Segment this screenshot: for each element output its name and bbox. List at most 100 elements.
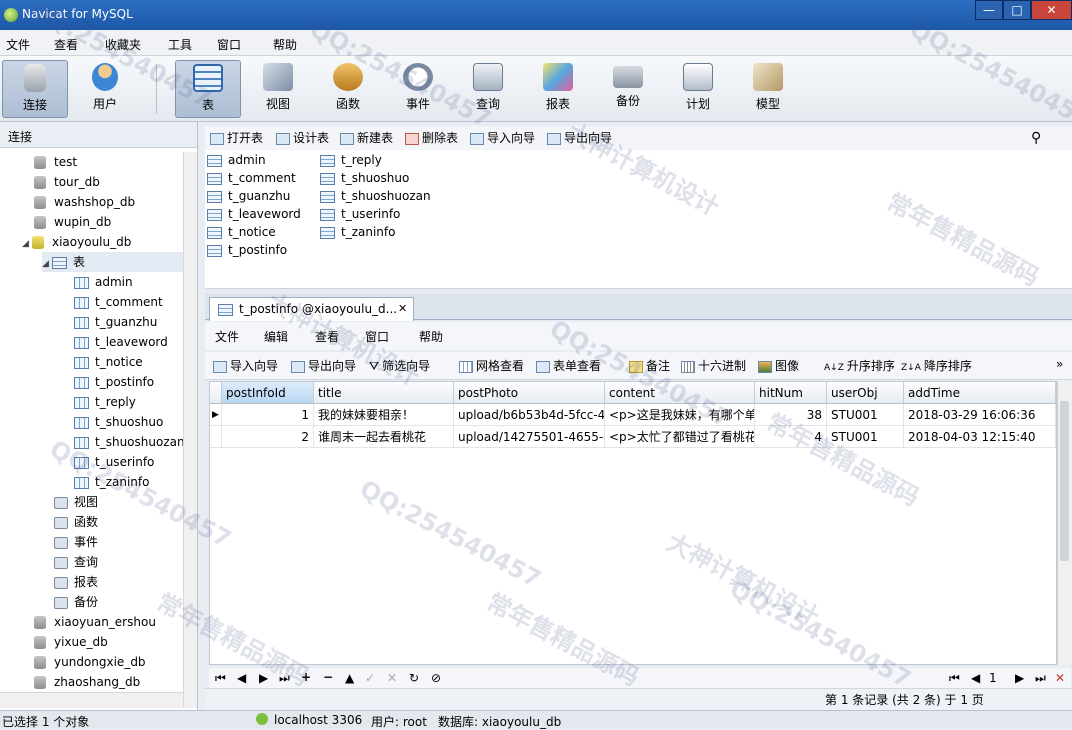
- grid-scroll-thumb[interactable]: [1060, 401, 1069, 561]
- table-menu-edit[interactable]: 编辑: [264, 328, 288, 346]
- column-header[interactable]: hitNum: [755, 382, 827, 404]
- menu-tools[interactable]: 工具: [168, 36, 192, 53]
- export-wizard-button[interactable]: 导出向导: [547, 129, 612, 147]
- object-table-item[interactable]: t_leaveword: [207, 205, 301, 223]
- sort-ascending-button[interactable]: A↓Z 升序排序: [824, 357, 895, 375]
- delete-record-button[interactable]: −: [323, 668, 333, 686]
- view-button[interactable]: 视图: [245, 60, 311, 118]
- close-grid-icon[interactable]: ✕: [1055, 669, 1065, 687]
- hex-button[interactable]: 十六进制: [681, 357, 746, 375]
- menu-file[interactable]: 文件: [6, 36, 30, 53]
- column-header[interactable]: postInfoId: [222, 382, 314, 404]
- next-record-button[interactable]: ▶: [259, 669, 268, 687]
- menu-view[interactable]: 查看: [54, 36, 78, 53]
- prev-record-button[interactable]: ◀: [237, 669, 246, 687]
- table-menu-file[interactable]: 文件: [215, 328, 239, 346]
- add-record-button[interactable]: +: [301, 668, 311, 686]
- last-record-button[interactable]: ⏭: [279, 669, 290, 687]
- expand-arrow-icon[interactable]: ◢: [42, 254, 52, 274]
- tree-table-item[interactable]: t_reply: [74, 392, 136, 412]
- grid-cell[interactable]: 2018-03-29 16:06:36: [904, 404, 1056, 426]
- column-header[interactable]: postPhoto: [454, 382, 605, 404]
- edit-record-button[interactable]: ▲: [345, 669, 354, 687]
- model-button[interactable]: 模型: [735, 60, 801, 118]
- maximize-button[interactable]: □: [1003, 0, 1031, 20]
- delete-table-button[interactable]: 删除表: [405, 129, 458, 147]
- object-table-item[interactable]: t_userinfo: [320, 205, 400, 223]
- tree-db-item[interactable]: yundongxie_db: [34, 652, 146, 672]
- grid-view-button[interactable]: 网格查看: [459, 357, 524, 375]
- table-menu-help[interactable]: 帮助: [419, 328, 443, 346]
- tree-table-item[interactable]: t_postinfo: [74, 372, 154, 392]
- object-table-item[interactable]: t_zaninfo: [320, 223, 395, 241]
- filter-wizard-button[interactable]: ⛛ 筛选向导: [369, 357, 430, 375]
- object-table-item[interactable]: t_shuoshuozan: [320, 187, 431, 205]
- prev-page-button[interactable]: ◀: [971, 669, 980, 687]
- minimize-button[interactable]: —: [975, 0, 1003, 20]
- column-header[interactable]: userObj: [827, 382, 904, 404]
- import-wizard-button[interactable]: 导入向导: [470, 129, 535, 147]
- design-table-button[interactable]: 设计表: [276, 129, 329, 147]
- report-button[interactable]: 报表: [525, 60, 591, 118]
- first-record-button[interactable]: ⏮: [215, 669, 226, 687]
- tree-horizontal-scrollbar[interactable]: [0, 692, 183, 708]
- refresh-icon[interactable]: ↻: [409, 669, 419, 687]
- tree-table-item[interactable]: t_shuoshuo: [74, 412, 163, 432]
- sort-descending-button[interactable]: Z↓A 降序排序: [901, 357, 972, 375]
- object-table-item[interactable]: admin: [207, 151, 266, 169]
- column-header[interactable]: addTime: [904, 382, 1056, 404]
- close-button[interactable]: ✕: [1031, 0, 1072, 20]
- object-table-item[interactable]: t_postinfo: [207, 241, 287, 259]
- grid-cell[interactable]: STU001: [827, 426, 904, 448]
- grid-import-button[interactable]: 导入向导: [213, 357, 278, 375]
- object-table-item[interactable]: t_shuoshuo: [320, 169, 409, 187]
- stop-icon[interactable]: ⊘: [431, 669, 441, 687]
- grid-cell[interactable]: 2018-04-03 12:15:40: [904, 426, 1056, 448]
- tree-table-item[interactable]: t_leaveword: [74, 332, 168, 352]
- open-table-button[interactable]: 打开表: [210, 129, 263, 147]
- tree-table-item[interactable]: t_userinfo: [74, 452, 154, 472]
- table-menu-window[interactable]: 窗口: [365, 328, 389, 346]
- expand-arrow-icon[interactable]: ◢: [22, 234, 32, 254]
- tree-node-item[interactable]: 查询: [54, 552, 98, 572]
- query-button[interactable]: 查询: [455, 60, 521, 118]
- image-button[interactable]: 图像: [758, 357, 799, 375]
- tree-table-item[interactable]: t_guanzhu: [74, 312, 157, 332]
- menu-window[interactable]: 窗口: [217, 36, 241, 53]
- grid-cell[interactable]: 4: [755, 426, 827, 448]
- menu-help[interactable]: 帮助: [273, 36, 297, 53]
- tab-close-icon[interactable]: ✕: [398, 302, 407, 315]
- tree-db-item[interactable]: test: [34, 152, 77, 172]
- grid-cell[interactable]: <p>太忙了都错过了看桃花: [605, 426, 755, 448]
- grid-cell[interactable]: <p>这是我妹妹，有哪个单: [605, 404, 755, 426]
- tree-table-item[interactable]: admin: [74, 272, 133, 292]
- new-table-button[interactable]: 新建表: [340, 129, 393, 147]
- connect-button[interactable]: 连接: [2, 60, 68, 118]
- column-header[interactable]: content: [605, 382, 755, 404]
- grid-cell[interactable]: STU001: [827, 404, 904, 426]
- first-page-button[interactable]: ⏮: [949, 669, 960, 687]
- tree-node-item[interactable]: 备份: [54, 592, 98, 612]
- grid-cell[interactable]: 我的妹妹要相亲！: [314, 404, 454, 426]
- grid-cell[interactable]: upload/b6b53b4d-5fcc-4: [454, 404, 605, 426]
- grid-export-button[interactable]: 导出向导: [291, 357, 356, 375]
- page-number-field[interactable]: 1: [989, 669, 997, 687]
- backup-button[interactable]: 备份: [595, 60, 661, 118]
- event-button[interactable]: 事件: [385, 60, 451, 118]
- tree-table-item[interactable]: t_notice: [74, 352, 143, 372]
- row-indicator[interactable]: [210, 426, 222, 448]
- grid-cell[interactable]: 38: [755, 404, 827, 426]
- last-page-button[interactable]: ⏭: [1035, 669, 1046, 687]
- tree-node-item[interactable]: 函数: [54, 512, 98, 532]
- tree-table-item[interactable]: t_zaninfo: [74, 472, 149, 492]
- object-table-item[interactable]: t_comment: [207, 169, 296, 187]
- tree-table-item[interactable]: t_comment: [74, 292, 163, 312]
- object-table-item[interactable]: t_guanzhu: [207, 187, 290, 205]
- memo-button[interactable]: 备注: [629, 357, 670, 375]
- table-menu-view[interactable]: 查看: [315, 328, 339, 346]
- function-button[interactable]: 函数: [315, 60, 381, 118]
- tree-vertical-scrollbar[interactable]: [183, 152, 197, 708]
- user-button[interactable]: 用户: [72, 60, 138, 118]
- toolbar-overflow-icon[interactable]: »: [1056, 355, 1063, 373]
- tree-db-item[interactable]: tour_db: [34, 172, 100, 192]
